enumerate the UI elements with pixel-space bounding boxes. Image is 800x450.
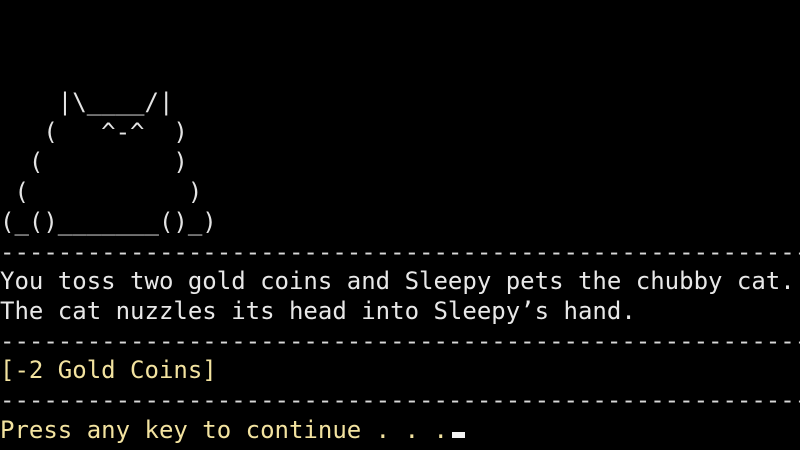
text-cursor [451, 432, 465, 438]
cat-ascii-art-line-3: ( ) [0, 148, 188, 176]
divider-line: ----------------------------------------… [0, 386, 800, 414]
terminal-window: |\____/| ( ^-^ ) ( ) ( ) (_()_______()_)… [0, 0, 800, 450]
message-line-1: You toss two gold coins and Sleepy pets … [0, 267, 795, 295]
cat-ascii-art-line-4: ( ) [0, 178, 203, 206]
divider-line: ----------------------------------------… [0, 238, 800, 266]
divider-line: ----------------------------------------… [0, 327, 800, 355]
reward-text: [-2 Gold Coins] [0, 356, 217, 384]
cat-ascii-art-line-5: (_()_______()_) [0, 208, 217, 236]
message-line-2: The cat nuzzles its head into Sleepy’s h… [0, 297, 636, 325]
continue-prompt: Press any key to continue . . . [0, 416, 448, 444]
cat-ascii-art-line-2: ( ^-^ ) [0, 118, 188, 146]
continue-prompt-row[interactable]: Press any key to continue . . . [0, 415, 465, 445]
cat-ascii-art-line-1: |\____/| [0, 88, 174, 116]
